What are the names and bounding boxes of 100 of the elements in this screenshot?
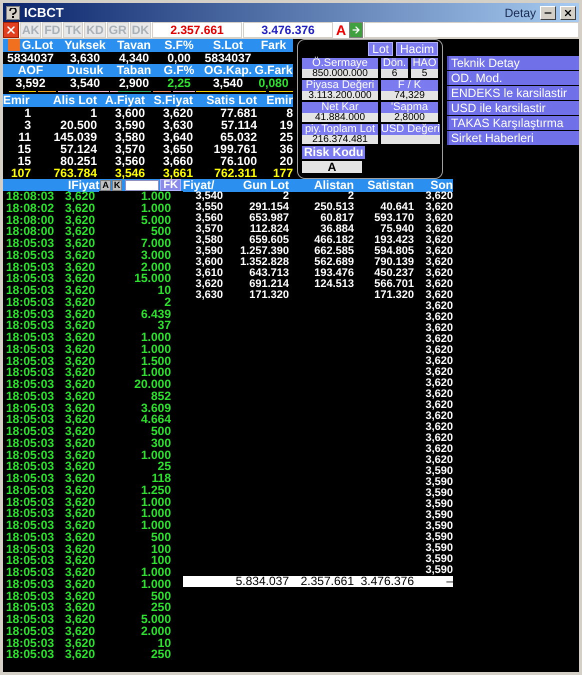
field-value: 5 [411,69,438,78]
trade-lot: 300 [150,438,171,450]
trade-time: 18:05:03 [5,484,56,496]
trade-lot: 100 [150,555,171,567]
filter-input[interactable] [125,180,160,190]
trade-lot: 3.000 [140,250,171,262]
menu-item[interactable]: ENDEKS le karsilastir [447,86,579,100]
menu-item[interactable]: USD ile karsilastir [447,101,579,115]
close-icon[interactable] [3,22,19,38]
table-cell-text: 57.114 [220,119,257,131]
table-cell-text: 3,620 [424,290,453,301]
trade-lot: 10 [156,285,171,297]
field-label: Net Kar [302,102,378,113]
table-cell-text: 3,540 [195,191,223,202]
trade-time: 18:05:03 [5,426,56,438]
trade-price: 3,620 [65,602,96,614]
table-cell-text: 40.641 [379,202,414,213]
table-cell-text: 763.784 [52,167,97,179]
table-cell-text: 594.805 [373,246,414,257]
summary-value: 0,00 [166,52,192,64]
table-cell-text: 3,620 [424,235,453,246]
trade-lot: 1.000 [140,344,171,356]
trade-price: 3,620 [65,285,96,297]
trade-time: 18:05:03 [5,262,56,274]
total-value: 3.476.376 [360,576,414,587]
minimize-button[interactable] [540,6,556,20]
table-cell-text: 653.987 [248,213,289,224]
table-cell-text: 177 [272,167,293,179]
menu-item[interactable]: Teknik Detay [447,56,579,70]
sort-button[interactable]: A [100,180,111,190]
menu-item[interactable]: Sirket Haberleri [447,131,579,145]
table-cell-text: 20 [278,155,293,167]
table-cell-text: 19 [278,119,293,131]
table-cell-text: 36 [278,143,293,155]
arrow-right-icon[interactable] [349,22,364,38]
trade-price: 3,620 [65,578,96,590]
sort-button[interactable]: K [112,180,122,190]
table-cell-text: 3,620 [424,268,453,279]
table-cell-text: 691.214 [248,279,289,290]
table-cell-text: 65.032 [219,131,257,143]
menu-item[interactable]: TAKAS Karşılaştırma [447,116,579,130]
field-value: 216.374.481 [302,135,378,144]
trade-lot: 1.000 [140,367,171,379]
trade-price: 3,620 [65,508,96,520]
trade-price: 3,620 [65,426,96,438]
table-cell-text: 3,620 [424,367,453,378]
summary-value: 0,080 [257,77,290,89]
table-cell-text: 3,650 [162,143,193,155]
column-header: Fiyat/ [183,179,223,192]
table-cell-text: 8 [285,107,293,119]
summary-value: 3,592 [14,77,47,89]
trade-time: 18:05:03 [5,638,56,650]
table-cell-text: 3,600 [194,257,223,268]
table-cell-text: 3,546 [114,167,145,179]
menu-item[interactable]: OD. Mod. [447,71,579,85]
table-cell-text: 3,550 [194,202,223,213]
symbol-input[interactable] [364,22,579,38]
table-cell-text: 36.884 [319,224,354,235]
table-cell-text: 3,620 [424,345,453,356]
table-cell-text: 1.257.390 [239,246,289,257]
mode-button[interactable]: Hacim [396,42,438,56]
table-cell-text: 145.039 [52,131,97,143]
table-cell-text: 3,590 [424,554,453,565]
field-label: 'Sapma [381,102,438,113]
trade-time: 18:05:03 [5,544,56,556]
table-cell-text: 3,590 [424,499,453,510]
trade-price: 3,620 [65,296,96,308]
table-cell-text: 3,590 [424,521,453,532]
table-cell-text: 3,620 [424,389,453,400]
trade-price: 3,620 [65,520,96,532]
trade-lot: 3.609 [140,402,171,414]
trade-time: 18:05:03 [5,238,56,250]
table-cell-text: 562.689 [313,257,354,268]
table-cell-text: 566.701 [373,279,414,290]
trade-lot: 1.000 [140,567,171,579]
close-button[interactable] [560,6,576,20]
mode-button[interactable]: Lot [368,42,393,56]
window-title: ICBCT [24,5,64,20]
trade-price: 3,620 [65,390,96,402]
trade-time: 18:05:03 [5,390,56,402]
table-cell-text: 3,620 [424,455,453,466]
trade-time: 18:05:03 [5,461,56,473]
trade-price: 3,620 [65,238,96,250]
table-cell-text: 3,620 [424,312,453,323]
column-header: Gun Lot [223,179,289,192]
trade-time: 18:05:03 [5,520,56,532]
table-cell-text: 25 [278,131,293,143]
trade-lot: 2.000 [140,626,171,638]
filter-button[interactable]: FK [160,179,181,191]
table-cell-text: 3,590 [194,246,223,257]
field-label: Dön. [381,58,408,69]
trade-price: 3,620 [65,649,96,661]
table-cell-text: 3,620 [424,378,453,389]
trade-lot: 25 [158,461,171,473]
trade-time: 18:05:03 [5,296,56,308]
trade-time: 18:05:03 [5,367,56,379]
field-label: Piyasa Değeri [302,80,378,91]
table-cell-text: 76.100 [219,155,257,167]
trade-lot: 15.000 [133,273,171,285]
trade-lot: 2 [163,296,171,308]
